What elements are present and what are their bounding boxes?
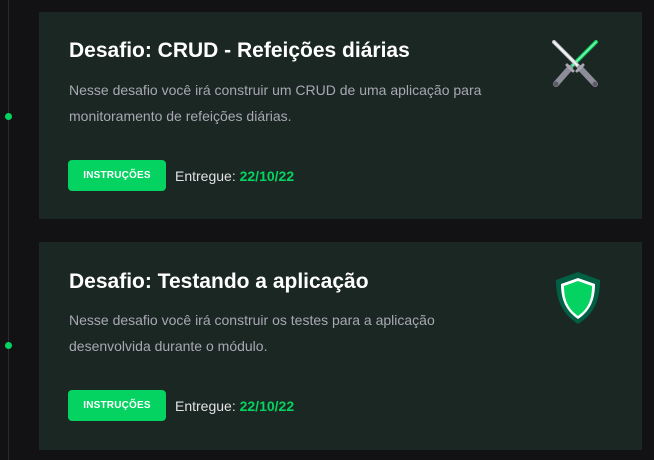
challenge-title: Desafio: CRUD - Refeições diárias [69,39,410,62]
delivered-date: 22/10/22 [239,397,295,414]
delivered-status: Entregue: 22/10/22 [175,168,294,184]
challenge-footer: INSTRUÇÕES Entregue: 22/10/22 [68,160,294,191]
crossed-lightsabers-icon [552,40,598,87]
challenge-footer: INSTRUÇÕES Entregue: 22/10/22 [68,390,294,421]
challenge-description: Nesse desafio você irá construir um CRUD… [69,82,482,124]
delivered-status: Entregue: 22/10/22 [175,398,294,414]
instructions-button[interactable]: INSTRUÇÕES [68,160,166,191]
challenge-card: Desafio: CRUD - Refeições diárias Nesse … [39,12,642,219]
delivered-date: 22/10/22 [239,167,295,184]
timeline-line [8,0,9,460]
instructions-button[interactable]: INSTRUÇÕES [68,390,166,421]
delivered-label: Entregue: [175,167,236,184]
timeline-dot [5,342,12,349]
challenge-description: Nesse desafio você irá construir os test… [69,312,435,354]
delivered-label: Entregue: [175,397,236,414]
shield-icon [556,272,600,324]
challenge-title: Desafio: Testando a aplicação [69,270,369,293]
challenges-page: Desafio: CRUD - Refeições diárias Nesse … [0,0,654,460]
timeline-dot [5,113,12,120]
challenge-card: Desafio: Testando a aplicação Nesse desa… [39,242,642,450]
